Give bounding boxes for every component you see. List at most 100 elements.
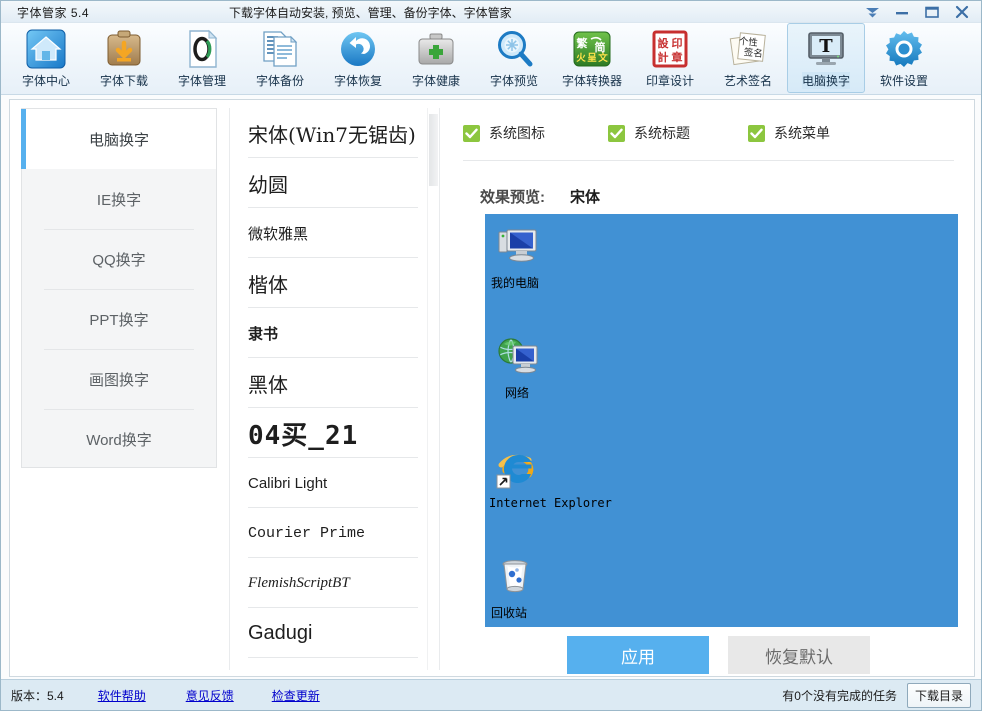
check-icon — [748, 124, 765, 142]
red-seal-icon: 設 印 計 章 — [652, 30, 688, 68]
gear-icon — [886, 31, 922, 67]
toolbar-item-seal-design[interactable]: 設 印 計 章 印章设计 — [631, 23, 709, 93]
desktop-icon-label: Internet Explorer — [489, 496, 612, 510]
sidebar-item-label: 电脑换字 — [88, 131, 149, 149]
toolbar-item-computer-font-change[interactable]: T 电脑换字 — [787, 23, 865, 93]
reset-default-button[interactable]: 恢复默认 — [728, 636, 870, 674]
toolbar-label: 软件设置 — [879, 74, 928, 88]
preview-label: 效果预览: — [480, 189, 545, 206]
document-o-icon — [189, 29, 218, 68]
sidebar-item-label: PPT换字 — [89, 311, 149, 329]
toolbar-item-font-converter[interactable]: 繁 简 火 呈 文 字体转换器 — [553, 23, 631, 93]
toolbar-label: 字体下载 — [99, 74, 148, 88]
home-icon — [26, 29, 66, 69]
desktop-icon-network[interactable]: 网络 — [491, 334, 611, 401]
sidebar-item-paint[interactable]: 画图换字 — [22, 349, 216, 409]
preview-font-name: 宋体 — [570, 189, 601, 206]
desktop-icon-label: 网络 — [505, 386, 530, 400]
main-toolbar: 字体中心 字体下载 字体管理 字体备份 字体恢复 字体健康 字体预览 繁 简 火… — [1, 23, 981, 95]
sidebar-item-label: 画图换字 — [88, 371, 149, 389]
feedback-link[interactable]: 意见反馈 — [186, 687, 234, 704]
checkbox-system-title[interactable]: 系统标题 — [608, 123, 690, 143]
svg-text:設: 設 — [658, 36, 670, 50]
font-list-item[interactable]: Calibri Light — [230, 458, 426, 508]
font-list-scrollbar-thumb[interactable] — [429, 114, 438, 186]
sidebar-item-qq[interactable]: QQ换字 — [22, 229, 216, 289]
sidebar-item-computer[interactable]: 电脑换字 — [21, 109, 216, 169]
chevron-down-icon[interactable] — [857, 1, 887, 23]
toolbar-item-font-restore[interactable]: 字体恢复 — [319, 23, 397, 93]
task-status-label: 有0个没有完成的任务 — [782, 688, 897, 703]
toolbar-item-font-preview[interactable]: 字体预览 — [475, 23, 553, 93]
maximize-icon[interactable] — [917, 1, 947, 23]
font-list-item[interactable]: 04买_21 — [230, 408, 426, 458]
right-panel: 系统图标 系统标题 系统菜单 效果预览: 宋体 我的电脑 网络 Internet… — [452, 108, 966, 674]
font-list-item[interactable]: 宋体(Win7无锯齿) — [230, 108, 426, 158]
font-list-item[interactable]: 微软雅黑 — [230, 208, 426, 258]
toolbar-item-font-backup[interactable]: 字体备份 — [241, 23, 319, 93]
font-list-scrollbar[interactable] — [427, 108, 438, 670]
font-list-item[interactable]: 幼圆 — [230, 158, 426, 208]
toolbar-label: 字体转换器 — [561, 74, 622, 88]
checkbox-system-menu[interactable]: 系统菜单 — [748, 123, 830, 143]
toolbar-item-font-manage[interactable]: 字体管理 — [163, 23, 241, 93]
signature-papers-icon: 个性 签名 — [729, 32, 766, 66]
my-computer-icon — [498, 229, 537, 262]
sidebar-item-label: Word换字 — [86, 431, 152, 449]
font-list-item[interactable]: FlemishScriptBT — [230, 558, 426, 608]
svg-text:简: 简 — [595, 40, 606, 54]
svg-text:签名: 签名 — [743, 46, 763, 60]
toolbar-label: 字体健康 — [411, 74, 460, 88]
toolbar-item-font-center[interactable]: 字体中心 — [7, 23, 85, 93]
close-icon[interactable] — [947, 1, 977, 23]
sidebar-item-label: IE换字 — [96, 191, 142, 209]
desktop-icon-recycle-bin[interactable]: 回收站 — [491, 554, 611, 621]
font-list-item[interactable]: Courier Prime — [230, 508, 426, 558]
toolbar-item-font-health[interactable]: 字体健康 — [397, 23, 475, 93]
toolbar-label: 字体预览 — [489, 74, 538, 88]
traditional-simplified-icon: 繁 简 火 呈 文 — [573, 31, 611, 67]
sidebar-item-ie[interactable]: IE换字 — [22, 169, 216, 229]
content-area: 电脑换字 IE换字 QQ换字 PPT换字 画图换字 Word换字 宋体(Win7… — [9, 99, 975, 677]
recycle-bin-icon — [502, 560, 528, 593]
svg-text:T: T — [819, 36, 833, 57]
font-list-item[interactable]: Gadugi — [230, 608, 426, 658]
font-list-item[interactable]: 楷体 — [230, 258, 426, 308]
desktop-preview: 我的电脑 网络 Internet Explorer 回收站 — [485, 214, 958, 627]
svg-text:繁: 繁 — [576, 36, 589, 50]
check-icon — [608, 124, 625, 142]
toolbar-item-art-signature[interactable]: 个性 签名 艺术签名 — [709, 23, 787, 93]
apply-button[interactable]: 应用 — [567, 636, 709, 674]
download-clipboard-icon — [107, 30, 141, 66]
toolbar-label: 字体备份 — [255, 74, 304, 88]
desktop-icon-my-computer[interactable]: 我的电脑 — [491, 224, 611, 291]
toolbar-label: 字体中心 — [21, 74, 70, 88]
help-link[interactable]: 软件帮助 — [98, 687, 146, 704]
svg-text:計: 計 — [658, 50, 669, 64]
status-bar: 版本：5.4 软件帮助 意见反馈 检查更新 有0个没有完成的任务 下载目录 — [1, 679, 981, 710]
font-list-panel: 宋体(Win7无锯齿) 幼圆 微软雅黑 楷体 隶书 黑体 04买_21 Cali… — [229, 108, 440, 670]
app-title: 字体管家 5.4 — [17, 6, 90, 20]
checkbox-label: 系统标题 — [634, 125, 690, 141]
toolbar-label: 电脑换字 — [801, 72, 850, 89]
toolbar-label: 字体恢复 — [333, 74, 382, 88]
minimize-icon[interactable] — [887, 1, 917, 23]
toolbar-label: 艺术签名 — [723, 74, 772, 88]
svg-text:文: 文 — [597, 52, 608, 64]
toolbar-item-settings[interactable]: 软件设置 — [865, 23, 943, 93]
desktop-icon-internet-explorer[interactable]: Internet Explorer — [489, 446, 612, 510]
sidebar-item-ppt[interactable]: PPT换字 — [22, 289, 216, 349]
magnifier-icon — [498, 31, 533, 67]
checkbox-system-icon[interactable]: 系统图标 — [463, 123, 545, 143]
svg-text:章: 章 — [672, 50, 683, 64]
title-bar: 字体管家 5.4 下载字体自动安装, 预览、管理、备份字体、字体管家 — [1, 1, 981, 23]
sidebar-item-word[interactable]: Word换字 — [22, 409, 216, 469]
documents-copy-icon — [263, 31, 298, 67]
check-update-link[interactable]: 检查更新 — [272, 687, 320, 704]
font-list-item[interactable]: 黑体 — [230, 358, 426, 408]
toolbar-item-font-download[interactable]: 字体下载 — [85, 23, 163, 93]
svg-text:呈: 呈 — [587, 53, 597, 64]
version-label: 版本：5.4 — [11, 688, 64, 703]
download-directory-button[interactable]: 下载目录 — [906, 682, 971, 708]
font-list-item[interactable]: 隶书 — [230, 308, 426, 358]
